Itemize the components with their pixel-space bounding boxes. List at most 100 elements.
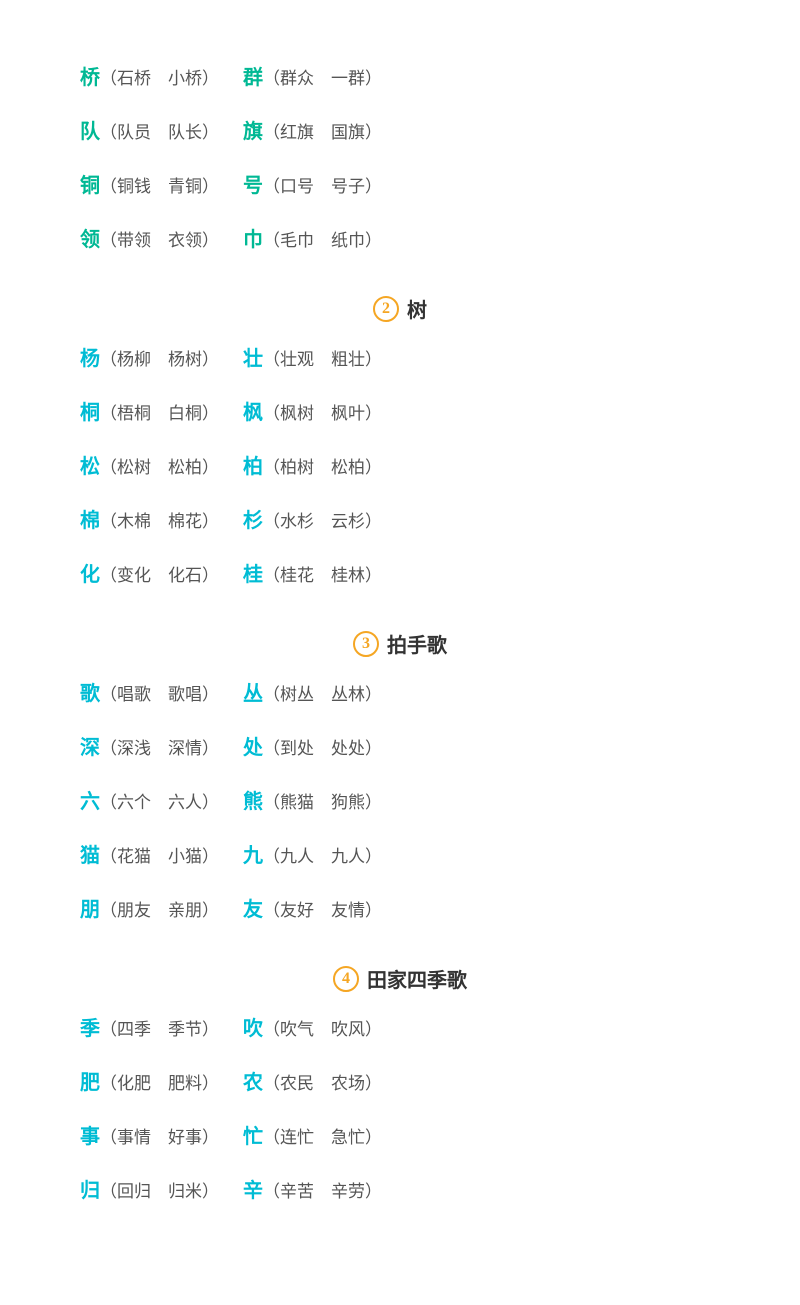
vocab-item: 铜 （铜钱 青铜）: [80, 168, 219, 204]
vocab-item: 处 （到处 处处）: [243, 730, 382, 766]
vocab-item: 队 （队员 队长）: [80, 114, 219, 150]
key-char: 吹: [243, 1011, 263, 1047]
key-char: 桂: [243, 557, 263, 593]
vocab-item: 桂 （桂花 桂林）: [243, 557, 382, 593]
key-char: 歌: [80, 676, 100, 712]
vocab-item: 季 （四季 季节）: [80, 1011, 219, 1047]
key-char: 季: [80, 1011, 100, 1047]
paren-text: （六个 六人）: [100, 788, 219, 819]
paren-text: （桂花 桂林）: [263, 561, 382, 592]
vocab-item: 九 （九人 九人）: [243, 838, 382, 874]
paren-text: （群众 一群）: [263, 64, 382, 95]
vocab-item: 肥 （化肥 肥料）: [80, 1065, 219, 1101]
vocab-item: 杉 （水杉 云杉）: [243, 503, 382, 539]
vocab-row: 队 （队员 队长） 旗 （红旗 国旗）: [80, 114, 720, 150]
key-char: 化: [80, 557, 100, 593]
key-char: 群: [243, 60, 263, 96]
vocab-row: 猫 （花猫 小猫） 九 （九人 九人）: [80, 838, 720, 874]
key-char: 猫: [80, 838, 100, 874]
paren-text: （红旗 国旗）: [263, 118, 382, 149]
key-char: 领: [80, 222, 100, 258]
vocab-row: 季 （四季 季节） 吹 （吹气 吹风）: [80, 1011, 720, 1047]
vocab-item: 事 （事情 好事）: [80, 1119, 219, 1155]
paren-text: （口号 号子）: [263, 172, 382, 203]
vocab-item: 领 （带领 衣领）: [80, 222, 219, 258]
vocab-item: 桐 （梧桐 白桐）: [80, 395, 219, 431]
vocab-item: 忙 （连忙 急忙）: [243, 1119, 382, 1155]
key-char: 六: [80, 784, 100, 820]
vocab-item: 桥 （石桥 小桥）: [80, 60, 219, 96]
vocab-item: 号 （口号 号子）: [243, 168, 382, 204]
key-char: 农: [243, 1065, 263, 1101]
vocab-item: 归 （回归 归米）: [80, 1173, 219, 1209]
key-char: 枫: [243, 395, 263, 431]
vocab-row: 深 （深浅 深情） 处 （到处 处处）: [80, 730, 720, 766]
vocab-row: 铜 （铜钱 青铜） 号 （口号 号子）: [80, 168, 720, 204]
vocab-item: 熊 （熊猫 狗熊）: [243, 784, 382, 820]
vocab-row: 松 （松树 松柏） 柏 （柏树 松柏）: [80, 449, 720, 485]
vocab-item: 朋 （朋友 亲朋）: [80, 892, 219, 928]
vocab-item: 吹 （吹气 吹风）: [243, 1011, 382, 1047]
section-1: 桥 （石桥 小桥） 群 （群众 一群） 队 （队员 队长） 旗 （红旗 国旗） …: [80, 60, 720, 258]
section-title: 4 田家四季歌: [80, 964, 720, 993]
paren-text: （变化 化石）: [100, 561, 219, 592]
key-char: 深: [80, 730, 100, 766]
paren-text: （水杉 云杉）: [263, 507, 382, 538]
vocab-row: 歌 （唱歌 歌唱） 丛 （树丛 丛林）: [80, 676, 720, 712]
section-3: 3 拍手歌 歌 （唱歌 歌唱） 丛 （树丛 丛林） 深 （深浅 深情） 处 （到…: [80, 629, 720, 928]
key-char: 巾: [243, 222, 263, 258]
key-char: 忙: [243, 1119, 263, 1155]
key-char: 处: [243, 730, 263, 766]
paren-text: （壮观 粗壮）: [263, 345, 382, 376]
vocab-item: 深 （深浅 深情）: [80, 730, 219, 766]
key-char: 柏: [243, 449, 263, 485]
paren-text: （连忙 急忙）: [263, 1123, 382, 1154]
vocab-row: 杨 （杨柳 杨树） 壮 （壮观 粗壮）: [80, 341, 720, 377]
section-number: 3: [353, 631, 379, 657]
paren-text: （枫树 枫叶）: [263, 399, 382, 430]
section-title: 3 拍手歌: [80, 629, 720, 658]
vocab-row: 朋 （朋友 亲朋） 友 （友好 友情）: [80, 892, 720, 928]
key-char: 棉: [80, 503, 100, 539]
paren-text: （农民 农场）: [263, 1069, 382, 1100]
key-char: 桥: [80, 60, 100, 96]
key-char: 友: [243, 892, 263, 928]
key-char: 杨: [80, 341, 100, 377]
section-number: 2: [373, 296, 399, 322]
vocab-item: 群 （群众 一群）: [243, 60, 382, 96]
section-title-text: 田家四季歌: [367, 964, 467, 993]
paren-text: （唱歌 歌唱）: [100, 680, 219, 711]
key-char: 旗: [243, 114, 263, 150]
vocab-row: 领 （带领 衣领） 巾 （毛巾 纸巾）: [80, 222, 720, 258]
key-char: 归: [80, 1173, 100, 1209]
vocab-item: 旗 （红旗 国旗）: [243, 114, 382, 150]
paren-text: （花猫 小猫）: [100, 842, 219, 873]
vocab-item: 辛 （辛苦 辛劳）: [243, 1173, 382, 1209]
paren-text: （铜钱 青铜）: [100, 172, 219, 203]
paren-text: （柏树 松柏）: [263, 453, 382, 484]
vocab-row: 事 （事情 好事） 忙 （连忙 急忙）: [80, 1119, 720, 1155]
vocab-item: 松 （松树 松柏）: [80, 449, 219, 485]
section-2: 2 树 杨 （杨柳 杨树） 壮 （壮观 粗壮） 桐 （梧桐 白桐） 枫 （枫树 …: [80, 294, 720, 593]
section-4: 4 田家四季歌 季 （四季 季节） 吹 （吹气 吹风） 肥 （化肥 肥料） 农 …: [80, 964, 720, 1209]
key-char: 桐: [80, 395, 100, 431]
paren-text: （熊猫 狗熊）: [263, 788, 382, 819]
paren-text: （毛巾 纸巾）: [263, 226, 382, 257]
key-char: 事: [80, 1119, 100, 1155]
paren-text: （吹气 吹风）: [263, 1015, 382, 1046]
vocab-row: 桐 （梧桐 白桐） 枫 （枫树 枫叶）: [80, 395, 720, 431]
key-char: 九: [243, 838, 263, 874]
vocab-item: 柏 （柏树 松柏）: [243, 449, 382, 485]
key-char: 队: [80, 114, 100, 150]
paren-text: （队员 队长）: [100, 118, 219, 149]
paren-text: （友好 友情）: [263, 896, 382, 927]
vocab-item: 农 （农民 农场）: [243, 1065, 382, 1101]
vocab-item: 丛 （树丛 丛林）: [243, 676, 382, 712]
vocab-row: 六 （六个 六人） 熊 （熊猫 狗熊）: [80, 784, 720, 820]
vocab-item: 枫 （枫树 枫叶）: [243, 395, 382, 431]
paren-text: （梧桐 白桐）: [100, 399, 219, 430]
paren-text: （带领 衣领）: [100, 226, 219, 257]
paren-text: （回归 归米）: [100, 1177, 219, 1208]
key-char: 杉: [243, 503, 263, 539]
key-char: 熊: [243, 784, 263, 820]
